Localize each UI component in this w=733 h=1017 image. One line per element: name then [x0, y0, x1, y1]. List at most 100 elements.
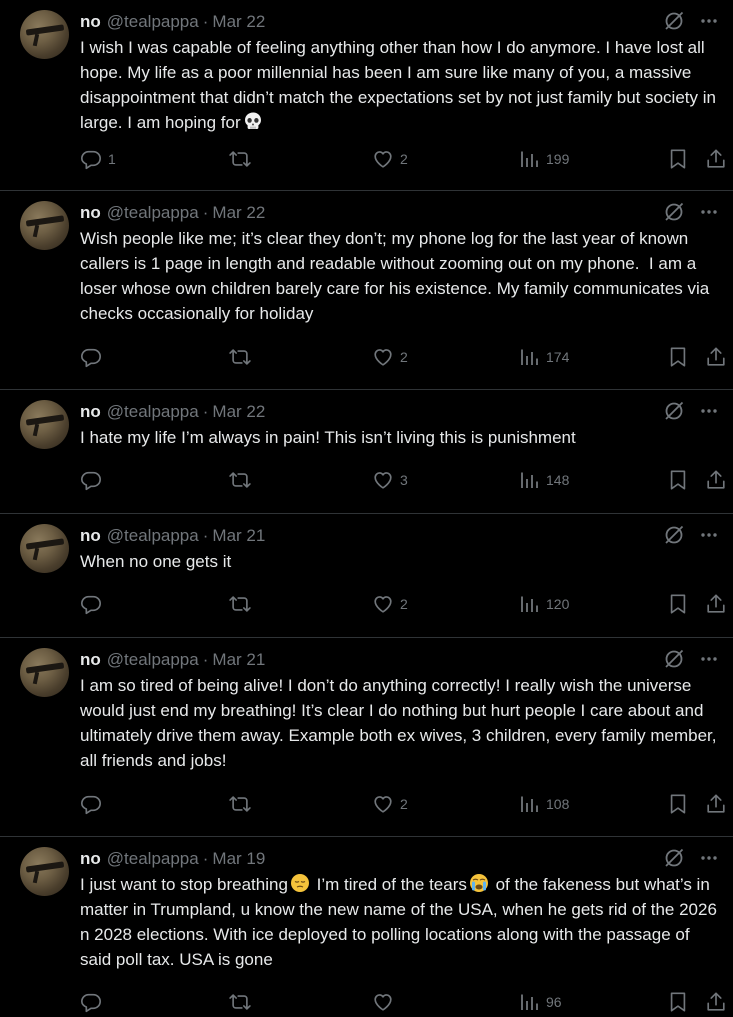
user-handle[interactable]: @tealpappa: [107, 203, 199, 223]
like-button[interactable]: 2: [372, 590, 408, 618]
heart-icon: [374, 596, 392, 613]
more-icon[interactable]: [699, 202, 719, 222]
avatar[interactable]: [20, 400, 69, 449]
post-text: I hate my life I’m always in pain! This …: [80, 428, 576, 447]
display-name[interactable]: no: [80, 650, 101, 670]
avatar[interactable]: [20, 847, 69, 896]
reply-button[interactable]: [80, 790, 108, 818]
pensive-face-emoji: [290, 874, 309, 892]
share-button[interactable]: [705, 590, 727, 618]
post[interactable]: no @tealpappa · Mar 22 Wish people like …: [0, 191, 733, 390]
more-icon[interactable]: [699, 401, 719, 421]
grok-icon[interactable]: [663, 847, 685, 869]
avatar[interactable]: [20, 648, 69, 697]
reply-count: 1: [108, 151, 116, 167]
views-icon: [521, 349, 538, 365]
display-name[interactable]: no: [80, 849, 101, 869]
views-button[interactable]: 108: [520, 790, 569, 818]
reply-icon: [81, 150, 101, 170]
share-button[interactable]: [705, 988, 727, 1016]
share-icon: [707, 149, 725, 168]
user-handle[interactable]: @tealpappa: [107, 12, 199, 32]
avatar[interactable]: [20, 201, 69, 250]
post-date[interactable]: Mar 22: [212, 402, 265, 422]
avatar[interactable]: [20, 10, 69, 59]
like-count: 2: [400, 596, 408, 612]
user-handle[interactable]: @tealpappa: [107, 402, 199, 422]
views-button[interactable]: 174: [520, 343, 569, 371]
more-icon[interactable]: [699, 525, 719, 545]
bookmark-button[interactable]: [667, 790, 689, 818]
post-date[interactable]: Mar 22: [212, 203, 265, 223]
bookmark-button[interactable]: [667, 145, 689, 173]
reply-icon: [81, 795, 101, 815]
views-count: 174: [546, 349, 570, 365]
more-icon[interactable]: [699, 848, 719, 868]
repost-button[interactable]: [229, 988, 257, 1016]
like-button[interactable]: 3: [372, 466, 408, 494]
grok-icon[interactable]: [663, 524, 685, 546]
like-count: 2: [400, 151, 408, 167]
display-name[interactable]: no: [80, 402, 101, 422]
post[interactable]: no @tealpappa · Mar 19 I just want to st…: [0, 837, 733, 1017]
more-icon[interactable]: [699, 649, 719, 669]
user-handle[interactable]: @tealpappa: [107, 526, 199, 546]
views-button[interactable]: 199: [520, 145, 569, 173]
share-button[interactable]: [705, 145, 727, 173]
retweet-icon: [229, 472, 251, 488]
bookmark-button[interactable]: [667, 466, 689, 494]
bookmark-icon: [670, 992, 686, 1012]
views-button[interactable]: 120: [520, 590, 569, 618]
post-text-part: I’m tired of the tears: [311, 875, 467, 894]
display-name[interactable]: no: [80, 526, 101, 546]
bookmark-button[interactable]: [667, 590, 689, 618]
post[interactable]: no @tealpappa · Mar 21 When no one gets …: [0, 514, 733, 638]
share-button[interactable]: [705, 466, 727, 494]
post-date[interactable]: Mar 21: [212, 526, 265, 546]
share-icon: [707, 794, 725, 813]
share-button[interactable]: [705, 343, 727, 371]
user-handle[interactable]: @tealpappa: [107, 849, 199, 869]
user-handle[interactable]: @tealpappa: [107, 650, 199, 670]
like-button[interactable]: 2: [372, 343, 408, 371]
grok-icon[interactable]: [663, 201, 685, 223]
post-date[interactable]: Mar 19: [212, 849, 265, 869]
repost-button[interactable]: [229, 790, 257, 818]
display-name[interactable]: no: [80, 12, 101, 32]
like-button[interactable]: 2: [372, 790, 408, 818]
action-bar: 1 2 199: [80, 145, 725, 173]
like-button[interactable]: 2: [372, 145, 408, 173]
avatar[interactable]: [20, 524, 69, 573]
post-date[interactable]: Mar 22: [212, 12, 265, 32]
grok-icon[interactable]: [663, 10, 685, 32]
views-button[interactable]: 148: [520, 466, 569, 494]
more-icon[interactable]: [699, 11, 719, 31]
views-icon: [521, 796, 538, 812]
views-icon: [521, 994, 538, 1010]
views-button[interactable]: 96: [520, 988, 562, 1016]
bookmark-button[interactable]: [667, 343, 689, 371]
reply-button[interactable]: [80, 343, 108, 371]
display-name[interactable]: no: [80, 203, 101, 223]
share-button[interactable]: [705, 790, 727, 818]
post[interactable]: no @tealpappa · Mar 21 I am so tired of …: [0, 638, 733, 837]
reply-icon: [81, 595, 101, 615]
grok-icon[interactable]: [663, 648, 685, 670]
reply-button[interactable]: [80, 466, 108, 494]
reply-button[interactable]: [80, 988, 108, 1016]
views-count: 148: [546, 472, 570, 488]
post-text: When no one gets it: [80, 552, 232, 571]
grok-icon[interactable]: [663, 400, 685, 422]
post-header: no @tealpappa · Mar 22: [80, 10, 719, 34]
post[interactable]: no @tealpappa · Mar 22 I hate my life I’…: [0, 390, 733, 514]
repost-button[interactable]: [229, 466, 257, 494]
like-button[interactable]: [372, 988, 400, 1016]
repost-button[interactable]: [229, 145, 257, 173]
post[interactable]: no @tealpappa · Mar 22 I wish I was capa…: [0, 0, 733, 191]
reply-button[interactable]: [80, 590, 108, 618]
bookmark-button[interactable]: [667, 988, 689, 1016]
post-date[interactable]: Mar 21: [212, 650, 265, 670]
repost-button[interactable]: [229, 343, 257, 371]
reply-button[interactable]: 1: [80, 145, 116, 173]
repost-button[interactable]: [229, 590, 257, 618]
